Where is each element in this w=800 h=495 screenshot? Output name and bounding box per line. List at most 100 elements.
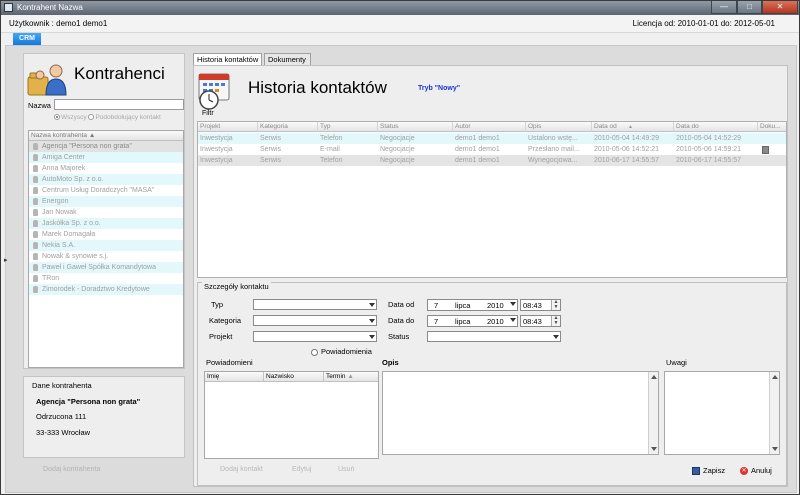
table-cell: Serwis bbox=[260, 146, 282, 153]
maximize-button[interactable]: □ bbox=[737, 1, 762, 14]
table-cell: Przesłano mail... bbox=[528, 146, 580, 153]
edit-button[interactable]: Edytuj bbox=[292, 466, 311, 473]
delete-button[interactable]: Usuń bbox=[338, 466, 354, 473]
list-item[interactable]: Zimorodek - Doradztwo Kredytowe bbox=[29, 284, 183, 295]
contractor-name: Anna Majorek bbox=[42, 165, 86, 172]
grid-column-header[interactable]: Status bbox=[378, 122, 453, 132]
person-icon bbox=[33, 252, 38, 260]
contractor-name: Centrum Usług Doradczych "MASA" bbox=[42, 187, 155, 194]
list-item[interactable]: Nowak & synowie s.j. bbox=[29, 251, 183, 262]
notes-textarea[interactable] bbox=[664, 371, 780, 455]
date-from-dropdown[interactable] bbox=[509, 299, 517, 311]
user-label: Użytkownik : demo1 demo1 bbox=[9, 19, 108, 28]
sort-asc-icon: ▲ bbox=[628, 124, 633, 130]
time-from-input[interactable]: 08:43 ▲ ▼ bbox=[520, 299, 561, 311]
date-from-month: lipca bbox=[455, 301, 471, 310]
radio-all[interactable] bbox=[54, 114, 60, 121]
close-window-button[interactable]: ✕ bbox=[762, 1, 798, 14]
grid-column-header[interactable]: Opis bbox=[526, 122, 592, 132]
description-scrollbar[interactable] bbox=[648, 372, 658, 454]
list-item[interactable]: Jan Nowak bbox=[29, 207, 183, 218]
grid-column-header[interactable]: Autor bbox=[453, 122, 526, 132]
tab-documents[interactable]: Dokumenty bbox=[264, 53, 311, 65]
table-cell: 2010-06-17 14:55:57 bbox=[594, 157, 659, 164]
details-city: 33-333 Wrocław bbox=[36, 428, 91, 437]
crm-tab[interactable]: CRM bbox=[13, 33, 41, 45]
grid-column-header[interactable]: Data do bbox=[674, 122, 758, 132]
user-bar: Użytkownik : demo1 demo1 Licencja od: 20… bbox=[1, 15, 799, 33]
grid-column-header[interactable]: Kategoria bbox=[258, 122, 318, 132]
category-select[interactable] bbox=[253, 315, 377, 326]
save-button[interactable]: Zapisz bbox=[692, 466, 725, 476]
radio-recent[interactable] bbox=[88, 114, 95, 121]
table-row[interactable]: Inwestycja Serwis E-mail Negocjacje demo1 de… bbox=[198, 144, 786, 155]
grid-column-header[interactable]: Doku... bbox=[758, 122, 786, 132]
description-textarea[interactable] bbox=[382, 371, 659, 455]
grid-column-header[interactable]: Projekt bbox=[198, 122, 258, 132]
chevron-down-icon bbox=[510, 318, 516, 322]
window-title: Kontrahent Nazwa bbox=[17, 3, 83, 12]
time-to-input[interactable]: 08:43 ▲ ▼ bbox=[520, 315, 561, 327]
chevron-down-icon bbox=[369, 335, 375, 339]
collapse-handle-icon[interactable]: ▸ bbox=[4, 256, 8, 264]
list-item[interactable]: Amiga Center bbox=[29, 152, 183, 163]
table-cell: Ustalono wstę... bbox=[528, 135, 578, 142]
date-from-picker[interactable]: 7 lipca 2010 bbox=[427, 299, 518, 311]
list-header[interactable]: Nazwa kontrahenta ▲ bbox=[29, 131, 183, 141]
list-item[interactable]: Anna Majorek bbox=[29, 163, 183, 174]
col-first-name[interactable]: Imię bbox=[205, 372, 264, 382]
date-to-picker[interactable]: 7 lipca 2010 bbox=[427, 315, 518, 327]
type-select[interactable] bbox=[253, 299, 377, 310]
time-from-spinner[interactable]: ▲ ▼ bbox=[551, 300, 560, 310]
col-term[interactable]: Termin ▲ bbox=[324, 372, 378, 382]
contractors-search-box: Kontrahenci Nazwa Wszyscy Podobdołujący … bbox=[23, 53, 185, 369]
date-to-dropdown[interactable] bbox=[509, 315, 517, 327]
contractor-name: Energon bbox=[42, 198, 69, 205]
table-row[interactable]: Inwestycja Serwis Telefon Negocjacje demo1 d… bbox=[198, 133, 786, 144]
contractor-name: Agencja "Persona non grata" bbox=[42, 143, 132, 150]
minimize-button[interactable]: — bbox=[711, 1, 737, 14]
floppy-disk-icon bbox=[692, 467, 700, 476]
name-search-input[interactable] bbox=[54, 99, 184, 110]
history-title: Historia kontaktów bbox=[248, 78, 387, 97]
date-from-label: Data od bbox=[388, 300, 415, 309]
radio-recent-label: Podobdołujący kontakt bbox=[95, 114, 161, 121]
list-item[interactable]: AutoMoto Sp. z o.o. bbox=[29, 174, 183, 185]
table-row[interactable]: Inwestycja Serwis Telefon Negocjacje demo1 d… bbox=[198, 155, 786, 166]
grid-column-header[interactable]: Data od bbox=[592, 122, 674, 132]
title-bar[interactable]: Kontrahent Nazwa — □ ✕ bbox=[1, 1, 799, 15]
person-icon bbox=[33, 285, 38, 293]
status-select[interactable] bbox=[427, 331, 561, 342]
list-item[interactable]: Jaskółka Sp. z o.o. bbox=[29, 218, 183, 229]
grid-column-header[interactable]: Typ bbox=[318, 122, 378, 132]
col-term-label: Termin bbox=[326, 373, 346, 380]
details-name: Agencja "Persona non grata" bbox=[36, 397, 141, 406]
date-to-month: lipca bbox=[455, 317, 471, 326]
table-cell: 2010-05-06 14:52:21 bbox=[594, 146, 659, 153]
add-contractor-button[interactable]: Dodaj kontrahenta bbox=[43, 466, 100, 473]
list-item[interactable]: Energon bbox=[29, 196, 183, 207]
list-item[interactable]: Nekia S.A. bbox=[29, 240, 183, 251]
time-to-spinner[interactable]: ▲ ▼ bbox=[551, 316, 560, 326]
notifications-button[interactable]: Powiadomienia bbox=[311, 347, 372, 356]
list-item[interactable]: TRon bbox=[29, 273, 183, 284]
list-item[interactable]: Marek Domagała bbox=[29, 229, 183, 240]
tab-history[interactable]: Historia kontaktów bbox=[193, 53, 262, 65]
app-icon bbox=[4, 3, 13, 12]
person-icon bbox=[33, 153, 38, 161]
document-icon[interactable] bbox=[762, 146, 769, 154]
contractor-name: Marek Domagała bbox=[42, 231, 96, 238]
details-legend: Szczegóły kontaktu bbox=[202, 282, 271, 291]
list-item[interactable]: Agencja "Persona non grata" bbox=[29, 141, 183, 152]
person-icon bbox=[33, 219, 38, 227]
cancel-button[interactable]: ✕ Anuluj bbox=[740, 466, 772, 476]
date-to-year: 2010 bbox=[487, 317, 504, 326]
list-item[interactable]: Centrum Usług Doradczych "MASA" bbox=[29, 185, 183, 196]
project-select[interactable] bbox=[253, 331, 377, 342]
add-contact-button[interactable]: Dodaj kontakt bbox=[220, 466, 263, 473]
list-item[interactable]: Paweł i Gaweł Spółka Komandytowa bbox=[29, 262, 183, 273]
col-last-name[interactable]: Nazwisko bbox=[264, 372, 324, 382]
filter-label[interactable]: Filtr bbox=[202, 110, 214, 117]
name-label: Nazwa bbox=[28, 101, 51, 110]
notes-scrollbar[interactable] bbox=[769, 372, 779, 454]
